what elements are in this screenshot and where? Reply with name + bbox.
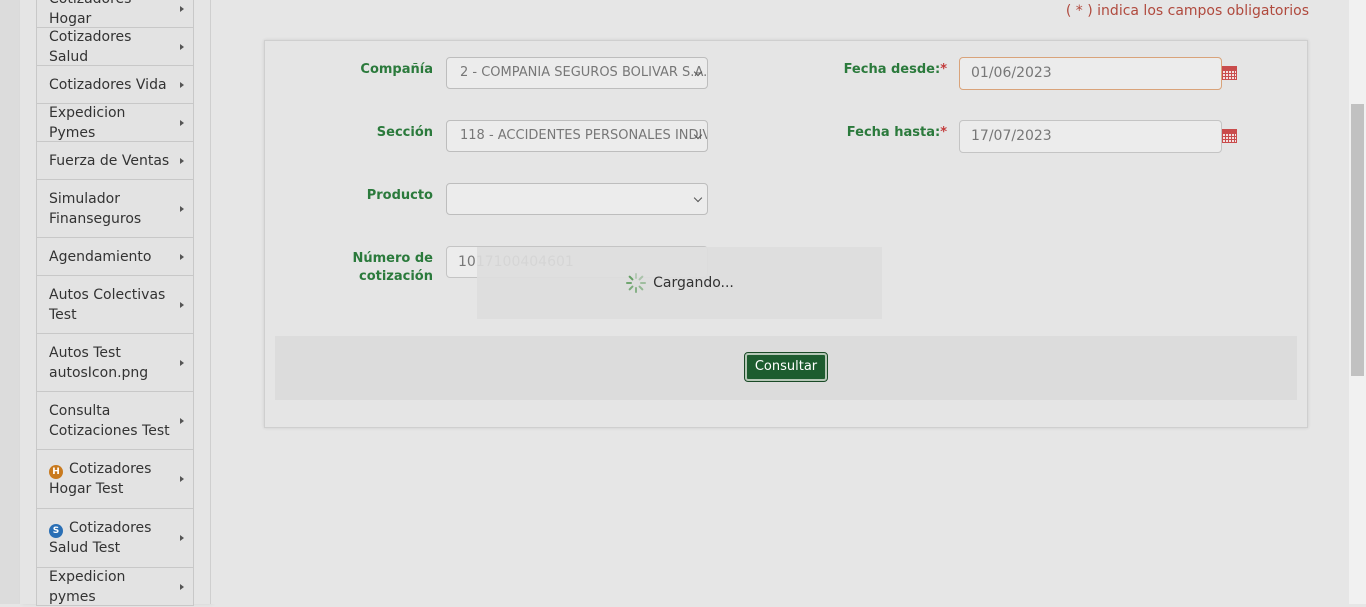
sidebar-item[interactable]: Fuerza de Ventas	[36, 142, 194, 180]
chevron-right-icon	[180, 535, 184, 541]
sidebar-item[interactable]: Expedicion Pymes	[36, 104, 194, 142]
sidebar-item-label: Consulta Cotizaciones Test	[49, 401, 175, 441]
left-gutter	[0, 0, 20, 604]
spinner-spoke	[638, 275, 644, 281]
sidebar-item[interactable]: Consulta Cotizaciones Test	[36, 392, 194, 450]
sidebar-item-label: Autos Test autosIcon.png	[49, 343, 175, 383]
chevron-right-icon	[180, 119, 184, 126]
sidebar-item-text: Expedicion pymes	[49, 568, 126, 605]
seccion-select-value: 118 - ACCIDENTES PERSONALES INDIVIDUAL	[460, 128, 708, 143]
chevron-down-icon	[693, 193, 703, 203]
chevron-right-icon	[180, 6, 184, 12]
producto-label: Producto	[366, 188, 433, 203]
sidebar-item-text: Cotizadores Hogar Test	[49, 461, 152, 497]
sidebar-item[interactable]: Autos Test autosIcon.png	[36, 334, 194, 392]
sidebar-item-label: Agendamiento	[49, 247, 151, 267]
sidebar-item-text: Cotizadores Salud	[49, 28, 132, 65]
calendar-icon[interactable]	[1222, 129, 1237, 143]
compania-select-value: 2 - COMPANIA SEGUROS BOLIVAR S.A.	[460, 65, 708, 80]
sidebar-item[interactable]: H Cotizadores Hogar Test	[36, 450, 194, 509]
sidebar-item-label: S Cotizadores Salud Test	[49, 518, 175, 558]
sidebar-item-text: Autos Test autosIcon.png	[49, 344, 149, 381]
sidebar-item-text: Consulta Cotizaciones Test	[49, 402, 170, 439]
sidebar-item[interactable]: Simulador Finanseguros	[36, 180, 194, 238]
sidebar-item-label: H Cotizadores Hogar Test	[49, 459, 175, 499]
fecha-hasta-input[interactable]: 17/07/2023	[959, 120, 1222, 153]
chevron-right-icon	[180, 359, 184, 366]
sidebar-item-label: Autos Colectivas Test	[49, 285, 175, 325]
loading-spinner-icon	[625, 272, 647, 294]
chevron-right-icon	[180, 43, 184, 50]
sidebar-item-text: Expedicion Pymes	[49, 104, 126, 141]
sidebar-item-text: Cotizadores Hogar	[49, 0, 131, 27]
compania-label: Compañía	[360, 62, 433, 77]
chevron-right-icon	[180, 476, 184, 482]
required-asterisk: *	[940, 125, 947, 140]
sidebar-menu: Cotizadores HogarCotizadores Salud Cotiza…	[36, 0, 194, 606]
spinner-spoke	[640, 282, 647, 284]
sidebar-item-text: Agendamiento	[49, 248, 152, 265]
scrollbar-thumb[interactable]	[1351, 104, 1364, 376]
chevron-right-icon	[180, 301, 184, 308]
chevron-right-icon	[180, 583, 184, 590]
required-asterisk: *	[940, 62, 947, 77]
sidebar-item-label: Fuerza de Ventas	[49, 151, 169, 171]
sidebar-item[interactable]: Agendamiento	[36, 238, 194, 276]
spinner-spoke	[626, 282, 633, 284]
sidebar-item[interactable]: Cotizadores Vida	[36, 66, 194, 104]
sidebar-item-text: Cotizadores Vida	[49, 76, 167, 93]
spinner-spoke	[628, 285, 634, 291]
sidebar-item-label: Cotizadores Hogar	[49, 0, 175, 29]
spinner-spoke	[638, 285, 644, 291]
calendar-icon[interactable]	[1222, 66, 1237, 80]
spinner-spoke	[635, 287, 638, 293]
chevron-right-icon	[180, 253, 184, 260]
sidebar-item-text: Autos Colectivas Test	[49, 286, 166, 323]
seccion-select[interactable]: 118 - ACCIDENTES PERSONALES INDIVIDUAL	[446, 120, 708, 152]
loading-text: Cargando...	[653, 275, 734, 291]
sidebar-item-label: Simulador Finanseguros	[49, 189, 175, 229]
compania-select[interactable]: 2 - COMPANIA SEGUROS BOLIVAR S.A.	[446, 57, 708, 89]
chevron-right-icon	[180, 81, 184, 88]
loading-overlay: Cargando...	[477, 247, 882, 319]
search-form-panel: Compañía 2 - COMPANIA SEGUROS BOLIVAR S.…	[264, 40, 1308, 428]
sidebar-item[interactable]: Cotizadores Salud	[36, 28, 194, 66]
required-fields-note: ( * ) indica los campos obligatorios	[1065, 3, 1309, 19]
sidebar-item[interactable]: Autos Colectivas Test	[36, 276, 194, 334]
sidebar-item[interactable]: S Cotizadores Salud Test	[36, 509, 194, 568]
spinner-spoke	[635, 273, 638, 279]
hogar-badge-icon: H	[49, 465, 63, 479]
spinner-spoke	[628, 275, 634, 281]
sidebar-item-text: Fuerza de Ventas	[49, 152, 170, 169]
chevron-right-icon	[180, 205, 184, 212]
fecha-hasta-label: Fecha hasta:*	[846, 125, 947, 140]
chevron-right-icon	[180, 157, 184, 164]
sidebar: Cotizadores HogarCotizadores Salud Cotiza…	[20, 0, 211, 606]
chevron-right-icon	[180, 417, 184, 424]
fecha-desde-input[interactable]: 01/06/2023	[959, 57, 1222, 90]
seccion-label: Sección	[376, 125, 433, 140]
fecha-desde-label: Fecha desde:*	[843, 62, 947, 77]
sidebar-item-label: Expedicion pymes	[49, 567, 175, 607]
sidebar-item-label: Cotizadores Vida	[49, 75, 167, 95]
form-actions-bar: Consultar	[275, 336, 1297, 400]
consultar-button[interactable]: Consultar	[744, 352, 828, 382]
sidebar-item-text: Simulador Finanseguros	[49, 190, 142, 227]
producto-select[interactable]	[446, 183, 708, 215]
page-scrollbar[interactable]	[1349, 0, 1366, 604]
numero-cotizacion-label: Número de cotización	[352, 251, 434, 284]
sidebar-item-label: Cotizadores Salud	[49, 27, 175, 67]
sidebar-item[interactable]: Cotizadores Hogar	[36, 0, 194, 28]
sidebar-item-text: Cotizadores Salud Test	[49, 520, 152, 556]
sidebar-item[interactable]: Expedicion pymes	[36, 568, 194, 606]
sidebar-item-label: Expedicion Pymes	[49, 103, 175, 143]
salud-badge-icon: S	[49, 524, 63, 538]
